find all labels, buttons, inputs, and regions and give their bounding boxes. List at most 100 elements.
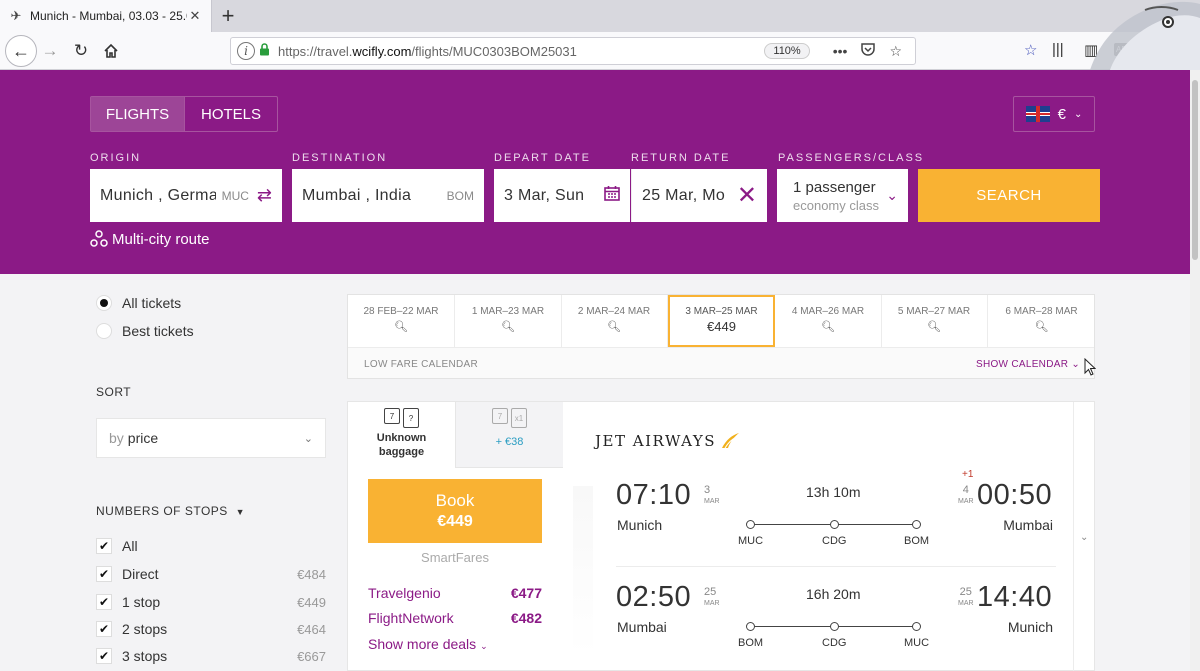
date-option-selected[interactable]: 3 MAR–25 MAR €449 (668, 295, 775, 347)
origin-code: MUC (221, 188, 249, 203)
zoom-level[interactable]: 110% (764, 43, 810, 59)
departure-month: MAR (704, 600, 720, 607)
close-icon[interactable]: ✕ (187, 8, 203, 24)
back-button[interactable]: ← (5, 35, 37, 67)
cabin-class: economy class (793, 197, 879, 213)
scrollbar-thumb[interactable] (1192, 80, 1198, 260)
pocket-icon[interactable] (861, 43, 876, 59)
stop-label: 2 stops (122, 621, 168, 637)
checkbox-checked[interactable]: ✔ (96, 538, 112, 554)
date-option[interactable]: 1 MAR–23 MAR 🔍︎ (455, 295, 562, 347)
stop-filter-1-stop[interactable]: ✔ 1 stop €449 (96, 594, 326, 610)
filter-best-tickets[interactable]: Best tickets (96, 323, 194, 339)
radio-unselected[interactable] (96, 323, 112, 339)
stop-filter-2-stops[interactable]: ✔ 2 stops €464 (96, 621, 326, 637)
checkbox-checked[interactable]: ✔ (96, 648, 112, 664)
checkbox-checked[interactable]: ✔ (96, 621, 112, 637)
baggage-option-unknown[interactable]: 7 ? Unknown baggage (348, 402, 455, 468)
sort-value: price (127, 430, 159, 446)
browser-tab[interactable]: ✈ Munich - Mumbai, 03.03 - 25.0 ✕ (0, 0, 212, 32)
tab-title: Munich - Mumbai, 03.03 - 25.0 (30, 9, 187, 23)
arrival-day: 25 (959, 586, 972, 598)
deal-row[interactable]: FlightNetwork €482 (368, 610, 542, 626)
date-option[interactable]: 28 FEB–22 MAR 🔍︎ (348, 295, 455, 347)
mascot-illustration (1090, 1, 1200, 70)
origin-input[interactable]: Munich , Germa MUC ⇄ (90, 169, 282, 222)
downloads-icon[interactable]: ☆ (1024, 41, 1037, 59)
stop-filter-direct[interactable]: ✔ Direct €484 (96, 566, 326, 582)
new-tab-button[interactable]: + (216, 4, 240, 28)
date-option[interactable]: 2 MAR–24 MAR 🔍︎ (561, 295, 668, 347)
date-price: €449 (707, 319, 736, 334)
url-text[interactable]: https://travel.wcifly.com/flights/MUC030… (278, 44, 764, 59)
checkbox-checked[interactable]: ✔ (96, 566, 112, 582)
stop-label: Direct (122, 566, 159, 582)
search-button[interactable]: SEARCH (918, 169, 1100, 222)
url-bar[interactable]: i https://travel.wcifly.com/flights/MUC0… (230, 37, 916, 65)
browser-tab-bar: ✈ Munich - Mumbai, 03.03 - 25.0 ✕ + (0, 0, 1200, 32)
return-date-input[interactable]: 25 Mar, Mo ✕ (631, 169, 767, 222)
stop-label: 1 stop (122, 594, 161, 610)
clear-icon[interactable]: ✕ (737, 181, 757, 210)
filter-label: Best tickets (122, 323, 194, 339)
language-currency-selector[interactable]: € ⌄ (1013, 96, 1095, 132)
chevron-down-icon: ⌄ (886, 187, 898, 203)
destination-input[interactable]: Mumbai , India BOM (292, 169, 484, 222)
search-icon: 🔍︎ (821, 321, 835, 333)
destination-label: DESTINATION (292, 152, 388, 164)
checkbox-checked[interactable]: ✔ (96, 594, 112, 610)
baggage-icons: 7 ? (384, 408, 419, 428)
stop-dot (830, 622, 839, 631)
passengers-select[interactable]: 1 passenger economy class ⌄ (777, 169, 908, 222)
arrival-time: 14:40 (977, 581, 1053, 613)
show-calendar-link[interactable]: SHOW CALENDAR ⌄ (976, 359, 1080, 370)
stops-heading[interactable]: NUMBERS OF STOPS ▼ (96, 504, 245, 518)
provider-name: SmartFares (421, 550, 489, 565)
stop-dot (912, 622, 921, 631)
leg-separator (616, 566, 1056, 567)
search-icon: 🔍︎ (607, 321, 621, 333)
stop-filter-3-stops[interactable]: ✔ 3 stops €667 (96, 648, 326, 664)
deal-row[interactable]: Travelgenio €477 (368, 585, 542, 601)
home-button[interactable] (97, 37, 125, 65)
more-actions-icon[interactable]: ••• (833, 43, 848, 59)
depart-date-input[interactable]: 3 Mar, Sun (494, 169, 630, 222)
radio-selected[interactable] (96, 295, 112, 311)
book-button[interactable]: Book €449 (368, 479, 542, 543)
tab-hotels[interactable]: HOTELS (185, 97, 277, 131)
calendar-icon[interactable] (604, 185, 620, 206)
baggage-option-with-bag[interactable]: 7 x1 + €38 (455, 402, 563, 468)
lock-icon[interactable] (259, 43, 270, 59)
destination-value: Mumbai , India (302, 186, 412, 204)
more-deals-text: Show more deals (368, 636, 477, 652)
stop-filter-all[interactable]: ✔ All (96, 538, 326, 554)
sort-select[interactable]: by price ⌄ (96, 418, 326, 458)
next-day-indicator: +1 (962, 469, 974, 480)
expand-chevron-icon[interactable]: ⌄ (1080, 532, 1088, 543)
calendar-bar: LOW FARE CALENDAR SHOW CALENDAR ⌄ (348, 347, 1094, 378)
arrival-date: 25 MAR (958, 586, 974, 610)
bookmark-star-icon[interactable]: ☆ (889, 43, 902, 60)
date-option[interactable]: 5 MAR–27 MAR 🔍︎ (881, 295, 988, 347)
arrival-city: Munich (1007, 619, 1053, 635)
multi-city-label: Multi-city route (112, 230, 210, 248)
date-option[interactable]: 6 MAR–28 MAR 🔍︎ (988, 295, 1095, 347)
forward-button[interactable]: → (36, 37, 64, 65)
show-more-deals-link[interactable]: Show more deals ⌄ (368, 636, 488, 652)
departure-time: 02:50 (616, 581, 692, 613)
depart-date-value: 3 Mar, Sun (504, 186, 585, 204)
airplane-icon: ✈ (10, 8, 22, 23)
flight-duration: 13h 10m (806, 484, 861, 500)
passengers-label: PASSENGERS/CLASS (778, 152, 925, 164)
chevron-down-icon: ⌄ (303, 432, 313, 445)
info-icon[interactable]: i (237, 42, 255, 60)
departure-city: Munich (617, 517, 663, 533)
filter-all-tickets[interactable]: All tickets (96, 295, 181, 311)
multi-city-link[interactable]: Multi-city route (90, 230, 210, 248)
departure-month: MAR (704, 498, 720, 505)
date-option[interactable]: 4 MAR–26 MAR 🔍︎ (775, 295, 882, 347)
sort-prefix: by (109, 430, 124, 446)
reload-button[interactable]: ↻ (67, 37, 95, 65)
tab-flights[interactable]: FLIGHTS (91, 97, 185, 131)
swap-icon[interactable]: ⇄ (257, 185, 272, 206)
